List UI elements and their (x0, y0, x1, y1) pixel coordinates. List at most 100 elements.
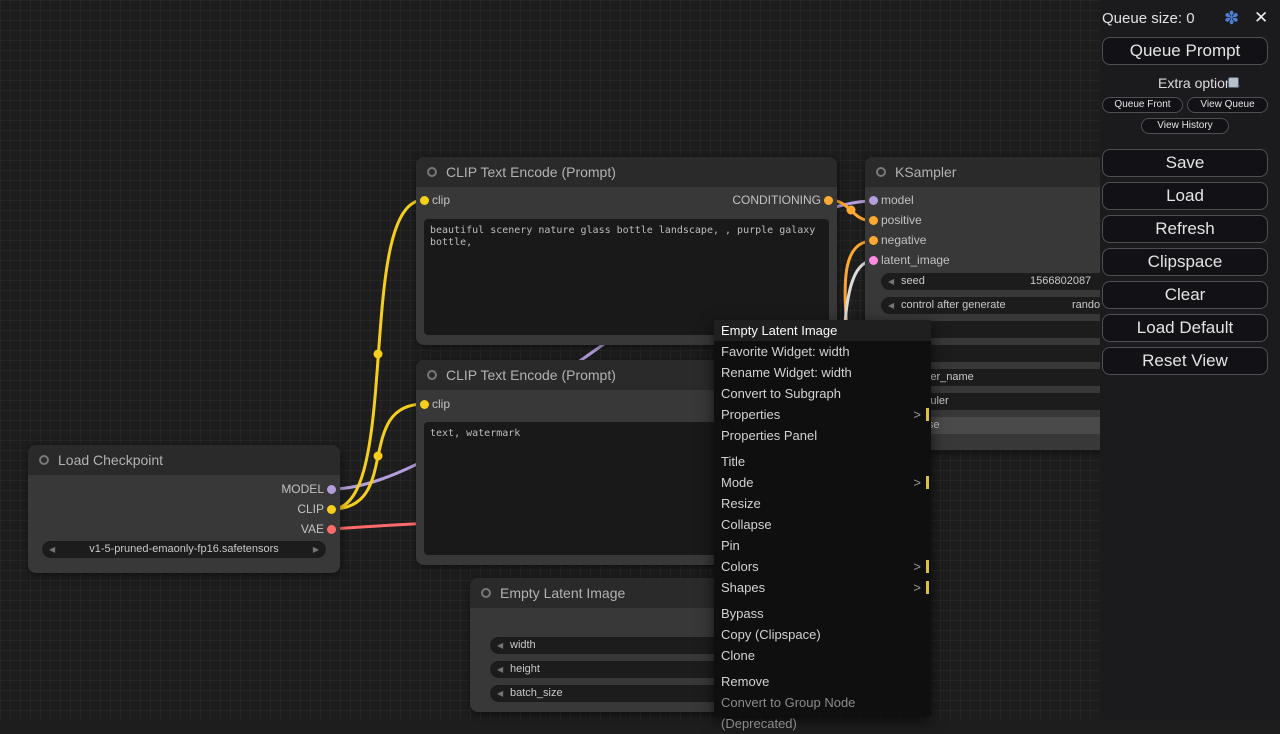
widget-value: v1-5-pruned-emaonly-fp16.safetensors (42, 541, 326, 558)
comfy-menu-panel: Queue size: 0 ✽ ✕ Queue Prompt Extra opt… (1100, 0, 1280, 720)
menu-item-label: Resize (721, 496, 761, 511)
input-slot-positive[interactable] (869, 216, 878, 225)
decrement-arrow-icon[interactable]: ◀ (888, 297, 894, 314)
decrement-arrow-icon[interactable]: ◀ (497, 637, 503, 654)
widget-label: seed (901, 273, 925, 290)
menu-item-label: Convert to Group Node (Deprecated) (721, 695, 855, 731)
menu-item-pin[interactable]: Pin (714, 535, 931, 556)
input-slot-clip[interactable] (420, 400, 429, 409)
menu-item-label: Convert to Subgraph (721, 386, 841, 401)
menu-item-convert-to-subgraph[interactable]: Convert to Subgraph (714, 383, 931, 404)
menu-item-label: Shapes (721, 580, 765, 595)
widget-label: control after generate (901, 297, 1006, 314)
view-history-button[interactable]: View History (1141, 118, 1229, 134)
refresh-button[interactable]: Refresh (1102, 215, 1268, 243)
submenu-arrow-icon: > (913, 404, 921, 425)
extra-options-checkbox[interactable] (1228, 77, 1239, 88)
submenu-highlight-mark (926, 581, 929, 594)
ckpt-name-widget[interactable]: ◀ v1-5-pruned-emaonly-fp16.safetensors ▶ (42, 541, 326, 558)
clear-button[interactable]: Clear (1102, 281, 1268, 309)
output-label-vae: VAE (301, 522, 324, 536)
menu-item-favorite-widget[interactable]: Favorite Widget: width (714, 341, 931, 362)
menu-item-colors[interactable]: Colors > (714, 556, 931, 577)
queue-front-button[interactable]: Queue Front (1102, 97, 1183, 113)
node-title: CLIP Text Encode (Prompt) (446, 164, 616, 180)
collapse-dot-icon[interactable] (427, 167, 437, 177)
clipspace-button[interactable]: Clipspace (1102, 248, 1268, 276)
menu-item-label: Rename Widget: width (721, 365, 852, 380)
queue-size-label: Queue size: 0 (1102, 10, 1195, 27)
decrement-arrow-icon[interactable]: ◀ (497, 661, 503, 678)
input-label-latent-image: latent_image (881, 253, 950, 267)
input-label-negative: negative (881, 233, 926, 247)
collapse-dot-icon[interactable] (876, 167, 886, 177)
output-slot-clip[interactable] (327, 505, 336, 514)
save-button[interactable]: Save (1102, 149, 1268, 177)
submenu-highlight-mark (926, 408, 929, 421)
reset-view-button[interactable]: Reset View (1102, 347, 1268, 375)
menu-item-copy-clipspace[interactable]: Copy (Clipspace) (714, 624, 931, 645)
load-default-button[interactable]: Load Default (1102, 314, 1268, 342)
collapse-dot-icon[interactable] (481, 588, 491, 598)
input-slot-negative[interactable] (869, 236, 878, 245)
submenu-arrow-icon: > (913, 577, 921, 598)
menu-item-properties-panel[interactable]: Properties Panel (714, 425, 931, 446)
menu-item-label: Clone (721, 648, 755, 663)
menu-item-mode[interactable]: Mode> (714, 472, 931, 493)
load-button[interactable]: Load (1102, 182, 1268, 210)
node-context-menu: Empty Latent Image Favorite Widget: widt… (714, 320, 931, 716)
input-slot-latent-image[interactable] (869, 256, 878, 265)
menu-item-bypass[interactable]: Bypass (714, 603, 931, 624)
menu-item-rename-widget[interactable]: Rename Widget: width (714, 362, 931, 383)
context-menu-header: Empty Latent Image (714, 320, 931, 341)
menu-item-properties[interactable]: Properties > (714, 404, 931, 425)
menu-item-remove[interactable]: Remove (714, 671, 931, 692)
menu-item-clone[interactable]: Clone (714, 645, 931, 666)
node-graph-canvas[interactable]: Load Checkpoint MODEL CLIP VAE ◀ v1-5-pr… (0, 0, 1280, 720)
queue-prompt-button[interactable]: Queue Prompt (1102, 37, 1268, 65)
node-title-bar[interactable]: Load Checkpoint (28, 445, 340, 475)
input-slot-clip[interactable] (420, 196, 429, 205)
menu-item-shapes[interactable]: Shapes > (714, 577, 931, 598)
prompt-text-area[interactable]: beautiful scenery nature glass bottle la… (424, 219, 829, 335)
menu-item-resize[interactable]: Resize (714, 493, 931, 514)
menu-item-label: Properties Panel (721, 428, 817, 443)
menu-item-label: Properties (721, 407, 780, 422)
submenu-arrow-icon: > (913, 556, 921, 577)
decrement-arrow-icon[interactable]: ◀ (497, 685, 503, 702)
widget-label: width (510, 637, 536, 654)
settings-gear-icon[interactable]: ✽ (1224, 8, 1239, 29)
menu-item-label: Title (721, 454, 745, 469)
input-label-clip: clip (432, 193, 450, 207)
node-load-checkpoint[interactable]: Load Checkpoint MODEL CLIP VAE ◀ v1-5-pr… (28, 445, 340, 573)
widget-label: batch_size (510, 685, 563, 702)
node-clip-text-encode-positive[interactable]: CLIP Text Encode (Prompt) clip CONDITION… (416, 157, 837, 345)
next-arrow-icon[interactable]: ▶ (313, 541, 319, 558)
menu-item-title[interactable]: Title (714, 451, 931, 472)
submenu-highlight-mark (926, 560, 929, 573)
menu-item-label: Bypass (721, 606, 764, 621)
node-title-bar[interactable]: CLIP Text Encode (Prompt) (416, 157, 837, 187)
output-slot-model[interactable] (327, 485, 336, 494)
input-label-clip: clip (432, 397, 450, 411)
link-midpoint-dot[interactable] (374, 350, 383, 359)
view-queue-button[interactable]: View Queue (1187, 97, 1268, 113)
link-midpoint-dot[interactable] (374, 452, 383, 461)
widget-label: height (510, 661, 540, 678)
output-slot-conditioning[interactable] (824, 196, 833, 205)
menu-item-label: Colors (721, 559, 759, 574)
input-slot-model[interactable] (869, 196, 878, 205)
menu-item-collapse[interactable]: Collapse (714, 514, 931, 535)
output-label-model: MODEL (281, 482, 324, 496)
collapse-dot-icon[interactable] (39, 455, 49, 465)
menu-item-convert-to-group-node[interactable]: Convert to Group Node (Deprecated) (714, 692, 931, 713)
output-label-clip: CLIP (297, 502, 324, 516)
menu-item-label: Collapse (721, 517, 772, 532)
menu-item-label: Favorite Widget: width (721, 344, 850, 359)
decrement-arrow-icon[interactable]: ◀ (888, 273, 894, 290)
output-slot-vae[interactable] (327, 525, 336, 534)
collapse-dot-icon[interactable] (427, 370, 437, 380)
link-midpoint-dot[interactable] (847, 206, 856, 215)
close-icon[interactable]: ✕ (1254, 8, 1268, 28)
node-title: KSampler (895, 164, 956, 180)
